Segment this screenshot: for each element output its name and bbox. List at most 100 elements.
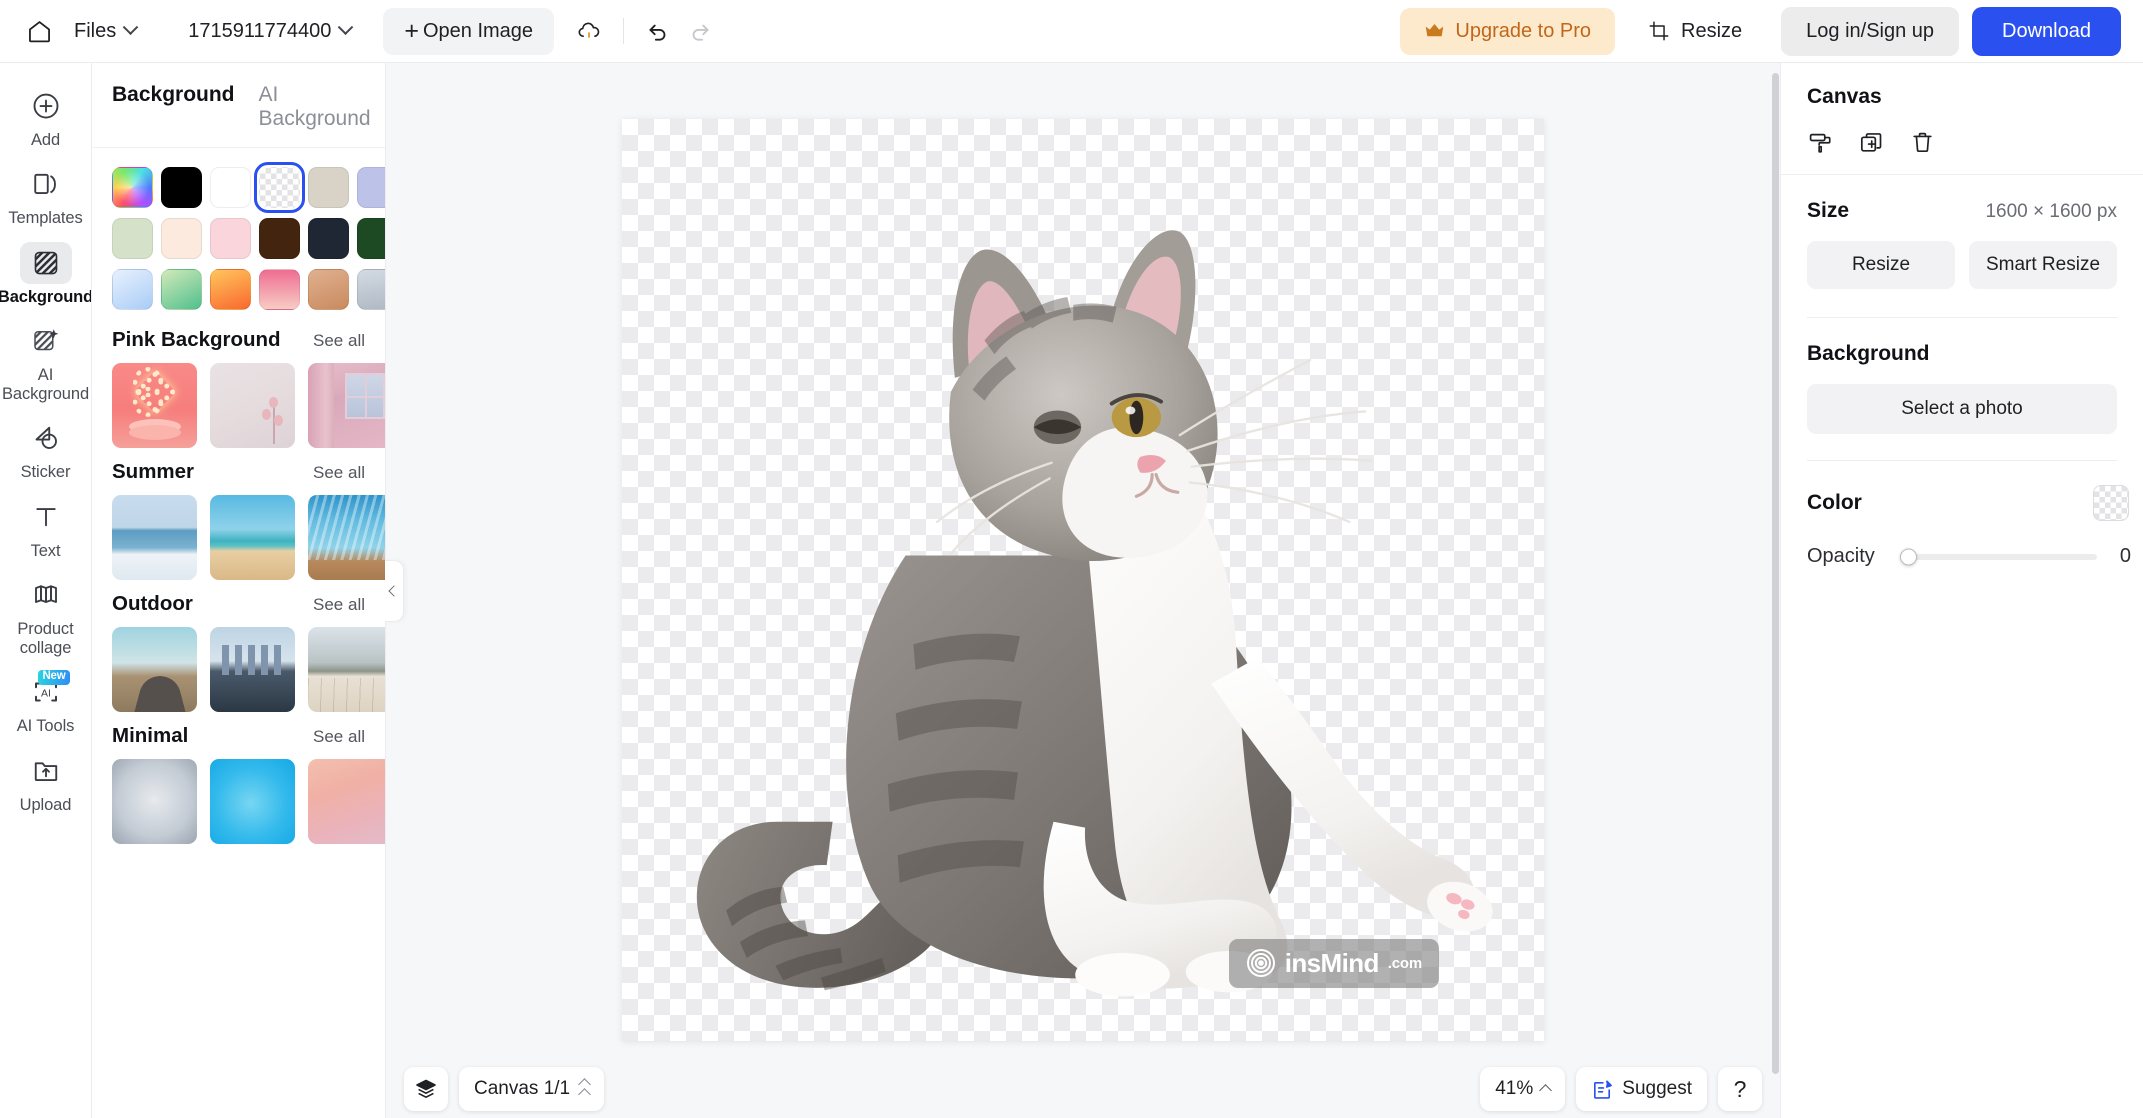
sidebar-item-ai-background[interactable]: AI Background xyxy=(2,315,90,410)
swatch-blush-pink[interactable] xyxy=(210,218,251,259)
project-name-menu[interactable]: 1715911774400 xyxy=(174,13,365,50)
chevron-left-icon xyxy=(388,584,400,597)
swatch-cream[interactable] xyxy=(161,218,202,259)
sidebar-item-upload[interactable]: Upload xyxy=(2,745,90,821)
canvas-pages-button[interactable]: Canvas 1/1 xyxy=(459,1067,605,1111)
swatch-pink-gradient[interactable] xyxy=(259,269,300,310)
scrollbar-thumb[interactable] xyxy=(1772,73,1779,1075)
swatch-black[interactable] xyxy=(161,167,202,208)
opacity-slider-handle[interactable] xyxy=(1900,548,1917,565)
sidebar-item-sticker[interactable]: Sticker xyxy=(2,412,90,488)
plus-icon: + xyxy=(404,16,419,45)
download-button[interactable]: Download xyxy=(1972,6,2121,56)
swatch-white[interactable] xyxy=(210,167,251,208)
see-all-link[interactable]: See all xyxy=(313,331,365,351)
section-header: Summer See all xyxy=(112,460,365,484)
resize-button-row: Resize Smart Resize xyxy=(1807,241,2117,289)
swatch-green-gradient[interactable] xyxy=(161,269,202,310)
thumb-grey-radial-gradient[interactable] xyxy=(112,759,197,844)
thumb-peach-pink-gradient[interactable] xyxy=(308,759,385,844)
login-signup-button[interactable]: Log in/Sign up xyxy=(1781,6,1960,56)
sidebar-item-label: Text xyxy=(30,541,61,560)
zoom-level-label: 41% xyxy=(1495,1078,1534,1099)
suggest-button[interactable]: Suggest xyxy=(1576,1067,1707,1111)
thumb-desert-road-cactus[interactable] xyxy=(112,627,197,712)
section-title: Minimal xyxy=(112,724,189,747)
smart-resize-button[interactable]: Smart Resize xyxy=(1969,241,2117,289)
background-color-swatch[interactable] xyxy=(2093,485,2129,521)
select-a-photo-button[interactable]: Select a photo xyxy=(1807,384,2117,434)
swatch-color-picker-wheel[interactable] xyxy=(112,167,153,208)
top-toolbar: Files 1715911774400 + Open Image Upgrade… xyxy=(0,0,2143,63)
canvas-pages-label: Canvas 1/1 xyxy=(474,1078,571,1099)
see-all-link[interactable]: See all xyxy=(313,463,365,483)
inspector-tool-row xyxy=(1807,109,2117,174)
undo-button[interactable] xyxy=(637,10,679,52)
swatch-beige[interactable] xyxy=(308,167,349,208)
canvas[interactable]: insMind .com xyxy=(622,118,1544,1041)
bottom-status-bar: Canvas 1/1 41% Suggest ? xyxy=(386,1060,1780,1118)
duplicate-icon[interactable] xyxy=(1858,129,1885,156)
layers-button[interactable] xyxy=(404,1067,448,1111)
thumb-neon-heart-podium[interactable] xyxy=(112,363,197,448)
kitten-image[interactable] xyxy=(659,128,1507,1022)
sidebar-item-add[interactable]: Add xyxy=(2,80,90,156)
open-image-button[interactable]: + Open Image xyxy=(383,7,555,55)
paint-roller-icon[interactable] xyxy=(1807,129,1834,156)
canvas-stage[interactable]: insMind .com Canvas 1/1 41% Suggest ? xyxy=(386,63,1780,1118)
swatch-periwinkle[interactable] xyxy=(357,167,385,208)
sidebar-item-label: Add xyxy=(30,131,61,149)
see-all-link[interactable]: See all xyxy=(313,727,365,747)
swatch-sage[interactable] xyxy=(112,218,153,259)
panel-collapse-button[interactable] xyxy=(385,559,404,622)
section-header: Outdoor See all xyxy=(112,592,365,616)
canvas-inspector-panel: Canvas Size 1600 × 1600 px Resize Smart … xyxy=(1780,63,2143,1118)
thumb-pink-curtain-window[interactable] xyxy=(308,363,385,448)
tab-ai-background[interactable]: AI Background xyxy=(259,83,371,131)
swatch-orange-gradient[interactable] xyxy=(210,269,251,310)
swatch-forest-green[interactable] xyxy=(357,218,385,259)
cloud-save-button[interactable] xyxy=(568,10,610,52)
sidebar-item-ai-tools[interactable]: AI New AI Tools xyxy=(2,666,90,742)
redo-button[interactable] xyxy=(679,10,721,52)
upgrade-to-pro-button[interactable]: Upgrade to Pro xyxy=(1400,7,1616,55)
inspector-resize-button[interactable]: Resize xyxy=(1807,241,1955,289)
ai-tools-icon: AI New xyxy=(20,670,72,713)
section-summer: Summer See all xyxy=(92,448,385,580)
swatch-sky-blue-gradient[interactable] xyxy=(112,269,153,310)
sidebar-item-templates[interactable]: Templates xyxy=(2,158,90,234)
bottom-left-controls: Canvas 1/1 xyxy=(404,1067,605,1111)
canvas-vertical-scrollbar[interactable] xyxy=(1772,69,1779,1112)
swatch-dark-brown[interactable] xyxy=(259,218,300,259)
thumbnail-row xyxy=(112,759,385,844)
see-all-link[interactable]: See all xyxy=(313,595,365,615)
inspector-header: Canvas xyxy=(1781,63,2143,174)
thumb-swimming-pool-deck[interactable] xyxy=(308,495,385,580)
thumb-blue-radial-gradient[interactable] xyxy=(210,759,295,844)
swatch-transparent[interactable] xyxy=(254,162,305,213)
files-menu[interactable]: Files xyxy=(60,13,150,50)
thumb-mountain-wood-floor[interactable] xyxy=(308,627,385,712)
delete-trash-icon[interactable] xyxy=(1909,129,1936,156)
resize-button[interactable]: Resize xyxy=(1628,8,1762,55)
help-button[interactable]: ? xyxy=(1718,1067,1762,1111)
thumb-city-skyline-highway[interactable] xyxy=(210,627,295,712)
sidebar-item-text[interactable]: Text xyxy=(2,491,90,567)
swatch-tan-gradient[interactable] xyxy=(308,269,349,310)
zoom-level-button[interactable]: 41% xyxy=(1480,1067,1566,1111)
swatch-silver-gradient[interactable] xyxy=(357,269,385,310)
resize-label: Resize xyxy=(1681,19,1743,42)
editor-body: Add Templates Background AI Background S… xyxy=(0,63,2143,1118)
home-button[interactable] xyxy=(18,10,60,52)
thumbnail-row xyxy=(112,627,385,712)
thumb-pink-flower-wall[interactable] xyxy=(210,363,295,448)
svg-text:AI: AI xyxy=(41,687,51,699)
opacity-slider[interactable] xyxy=(1900,548,2097,565)
swatch-midnight-navy[interactable] xyxy=(308,218,349,259)
sidebar-item-product-collage[interactable]: Product collage xyxy=(2,569,90,664)
background-panel: Background AI Background Pink Background… xyxy=(92,63,404,1118)
thumb-calm-ocean-horizon[interactable] xyxy=(112,495,197,580)
thumb-tropical-beach-sand[interactable] xyxy=(210,495,295,580)
tab-background[interactable]: Background xyxy=(112,83,235,107)
sidebar-item-background[interactable]: Background xyxy=(0,237,91,313)
